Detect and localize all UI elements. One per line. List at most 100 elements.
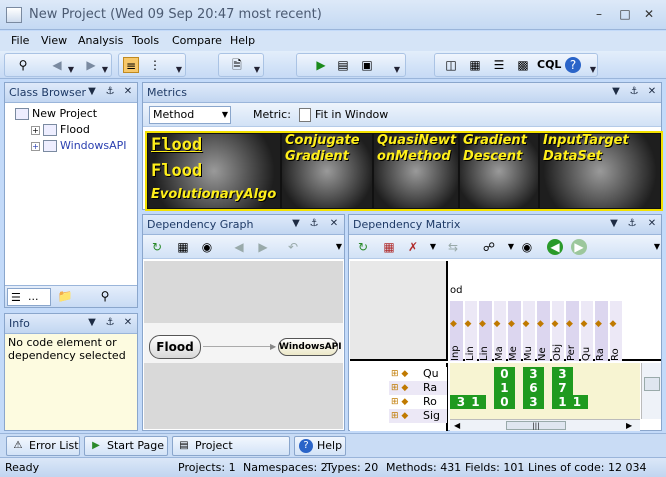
tree-item-flood[interactable]: + Flood	[31, 123, 90, 136]
menu-view[interactable]: View	[41, 34, 67, 47]
tree-view-icon[interactable]: ≡	[123, 57, 139, 73]
matrix-row[interactable]: ⊞ ◆ Qu	[389, 367, 447, 381]
refresh-icon[interactable]: ↻	[355, 239, 371, 255]
dependency-dropdown-icon[interactable]: ▼	[503, 239, 519, 255]
sync-icon[interactable]: ⇆	[445, 239, 461, 255]
matrix-cell[interactable]: 7	[551, 381, 574, 395]
pin-icon[interactable]: ⚓	[103, 85, 117, 99]
refresh-icon[interactable]: ↻	[149, 239, 165, 255]
matrix-cell[interactable]: 3	[551, 367, 574, 381]
overflow-icon[interactable]: ▼	[331, 239, 347, 255]
tab-start-page[interactable]: ▶ Start Page	[84, 436, 168, 456]
metric-fit-option[interactable]: Fit in Window	[297, 106, 407, 124]
matrix-cell[interactable]: 6	[522, 381, 545, 395]
matrix-cell[interactable]: 1	[464, 395, 487, 409]
matrix-row[interactable]: ⊞ ◆ Sig	[389, 409, 447, 423]
matrix-options-icon[interactable]: ▦	[381, 239, 397, 255]
folder-tab-icon[interactable]: 📁	[57, 289, 73, 305]
graph-canvas[interactable]: Flood ▶ WindowsAPI	[144, 261, 343, 429]
camera-icon[interactable]: ◉	[519, 239, 535, 255]
matrix-row[interactable]: ⊞ ◆ Ra	[389, 381, 447, 395]
undo-icon[interactable]: ↶	[285, 239, 301, 255]
menu-tools[interactable]: Tools	[132, 34, 159, 47]
close-icon[interactable]: ✕	[327, 217, 341, 231]
list-view-icon[interactable]: ⋮	[147, 57, 163, 73]
graph-icon[interactable]: ◫	[443, 57, 459, 73]
scroll-left-icon[interactable]: ◀	[454, 421, 460, 430]
horizontal-scrollbar[interactable]: ◀ ||| ▶	[450, 419, 640, 431]
back-icon[interactable]: ◀	[231, 239, 247, 255]
forward-icon[interactable]: ▶	[255, 239, 271, 255]
metrics-treemap[interactable]: Flood Flood EvolutionaryAlgo Conjugate G…	[145, 131, 663, 211]
menu-analysis[interactable]: Analysis	[78, 34, 123, 47]
expand-icon[interactable]: +	[31, 141, 40, 151]
back-icon[interactable]: ◀	[547, 239, 563, 255]
scroll-right-icon[interactable]: ▶	[626, 421, 632, 430]
document-icon[interactable]: 🗎	[229, 57, 245, 73]
layout-icon[interactable]: ▦	[175, 239, 191, 255]
matrix-row[interactable]: ⊞ ◆ Ro	[389, 395, 447, 409]
report-icon[interactable]: ▤	[335, 57, 351, 73]
vertical-scrollbar[interactable]	[641, 363, 661, 419]
matrix-cell[interactable]: 1	[566, 395, 588, 409]
run-icon[interactable]: ▶	[313, 57, 329, 73]
close-icon[interactable]: ✕	[121, 85, 135, 99]
panel-dropdown-icon[interactable]: ▼	[609, 85, 623, 99]
back-icon[interactable]: ◀	[49, 57, 65, 73]
tree-root[interactable]: New Project	[15, 107, 97, 120]
matrix-cell[interactable]: 3	[522, 395, 545, 409]
matrix-grid[interactable]	[450, 363, 640, 419]
tab-error-list[interactable]: ⚠ Error List	[6, 436, 80, 456]
pin-icon[interactable]: ⚓	[625, 217, 639, 231]
matrix-cell[interactable]: 1	[493, 381, 516, 395]
close-button[interactable]: ✕	[638, 5, 660, 23]
metric-scope-select[interactable]: Method ▼	[149, 106, 231, 124]
close-icon[interactable]: ✕	[645, 217, 659, 231]
hscroll-thumb[interactable]: |||	[506, 421, 566, 430]
pin-icon[interactable]: ⚓	[307, 217, 321, 231]
close-icon[interactable]: ✕	[645, 85, 659, 99]
matrix-icon[interactable]: ▦	[467, 57, 483, 73]
tab-help[interactable]: ? Help	[294, 436, 346, 456]
forward-icon[interactable]: ▶	[83, 57, 99, 73]
tree-item-windowsapi[interactable]: + WindowsAPI	[31, 139, 127, 152]
matrix-cell[interactable]: 0	[493, 395, 516, 409]
window-icon[interactable]: ▣	[359, 57, 375, 73]
tab-classes[interactable]: ☰ ...	[7, 288, 51, 306]
remove-dropdown-icon[interactable]: ▼	[425, 239, 441, 255]
cql-icon[interactable]: CQL	[537, 57, 561, 73]
maximize-button[interactable]: □	[614, 5, 636, 23]
menu-compare[interactable]: Compare	[172, 34, 222, 47]
hierarchy-icon[interactable]: ☰	[491, 57, 507, 73]
search-tab-icon[interactable]: ⚲	[97, 289, 113, 305]
remove-icon[interactable]: ✗	[405, 239, 421, 255]
metrics-icon[interactable]: ▩	[515, 57, 531, 73]
menu-file[interactable]: File	[11, 34, 29, 47]
doc-overflow-icon[interactable]: ▼	[253, 66, 261, 74]
tools-overflow-icon[interactable]: ▼	[589, 66, 597, 74]
menu-help[interactable]: Help	[230, 34, 255, 47]
graph-node-windowsapi[interactable]: WindowsAPI	[278, 338, 342, 356]
forward-icon[interactable]: ▶	[571, 239, 587, 255]
run-overflow-icon[interactable]: ▼	[393, 66, 401, 74]
find-icon[interactable]: ⚲	[15, 57, 31, 73]
matrix-cell[interactable]: 0	[493, 367, 516, 381]
close-icon[interactable]: ✕	[121, 316, 135, 330]
graph-node-flood[interactable]: Flood	[149, 335, 201, 359]
matrix-cell[interactable]: 3	[522, 367, 545, 381]
back-dropdown-icon[interactable]: ▼	[67, 66, 75, 74]
camera-icon[interactable]: ◉	[199, 239, 215, 255]
help-icon[interactable]: ?	[565, 57, 581, 73]
dependency-icon[interactable]: ☍	[481, 239, 497, 255]
pin-icon[interactable]: ⚓	[627, 85, 641, 99]
view-overflow-icon[interactable]: ▼	[175, 66, 183, 74]
scroll-thumb[interactable]	[644, 377, 660, 391]
pin-icon[interactable]: ⚓	[103, 316, 117, 330]
tab-project-properties[interactable]: ▤Project Properties	[172, 436, 290, 470]
panel-dropdown-icon[interactable]: ▼	[607, 217, 621, 231]
panel-dropdown-icon[interactable]: ▼	[289, 217, 303, 231]
overflow-icon[interactable]: ▼	[649, 239, 665, 255]
expand-icon[interactable]: +	[31, 125, 40, 135]
minimize-button[interactable]: –	[588, 5, 610, 23]
forward-dropdown-icon[interactable]: ▼	[101, 66, 109, 74]
